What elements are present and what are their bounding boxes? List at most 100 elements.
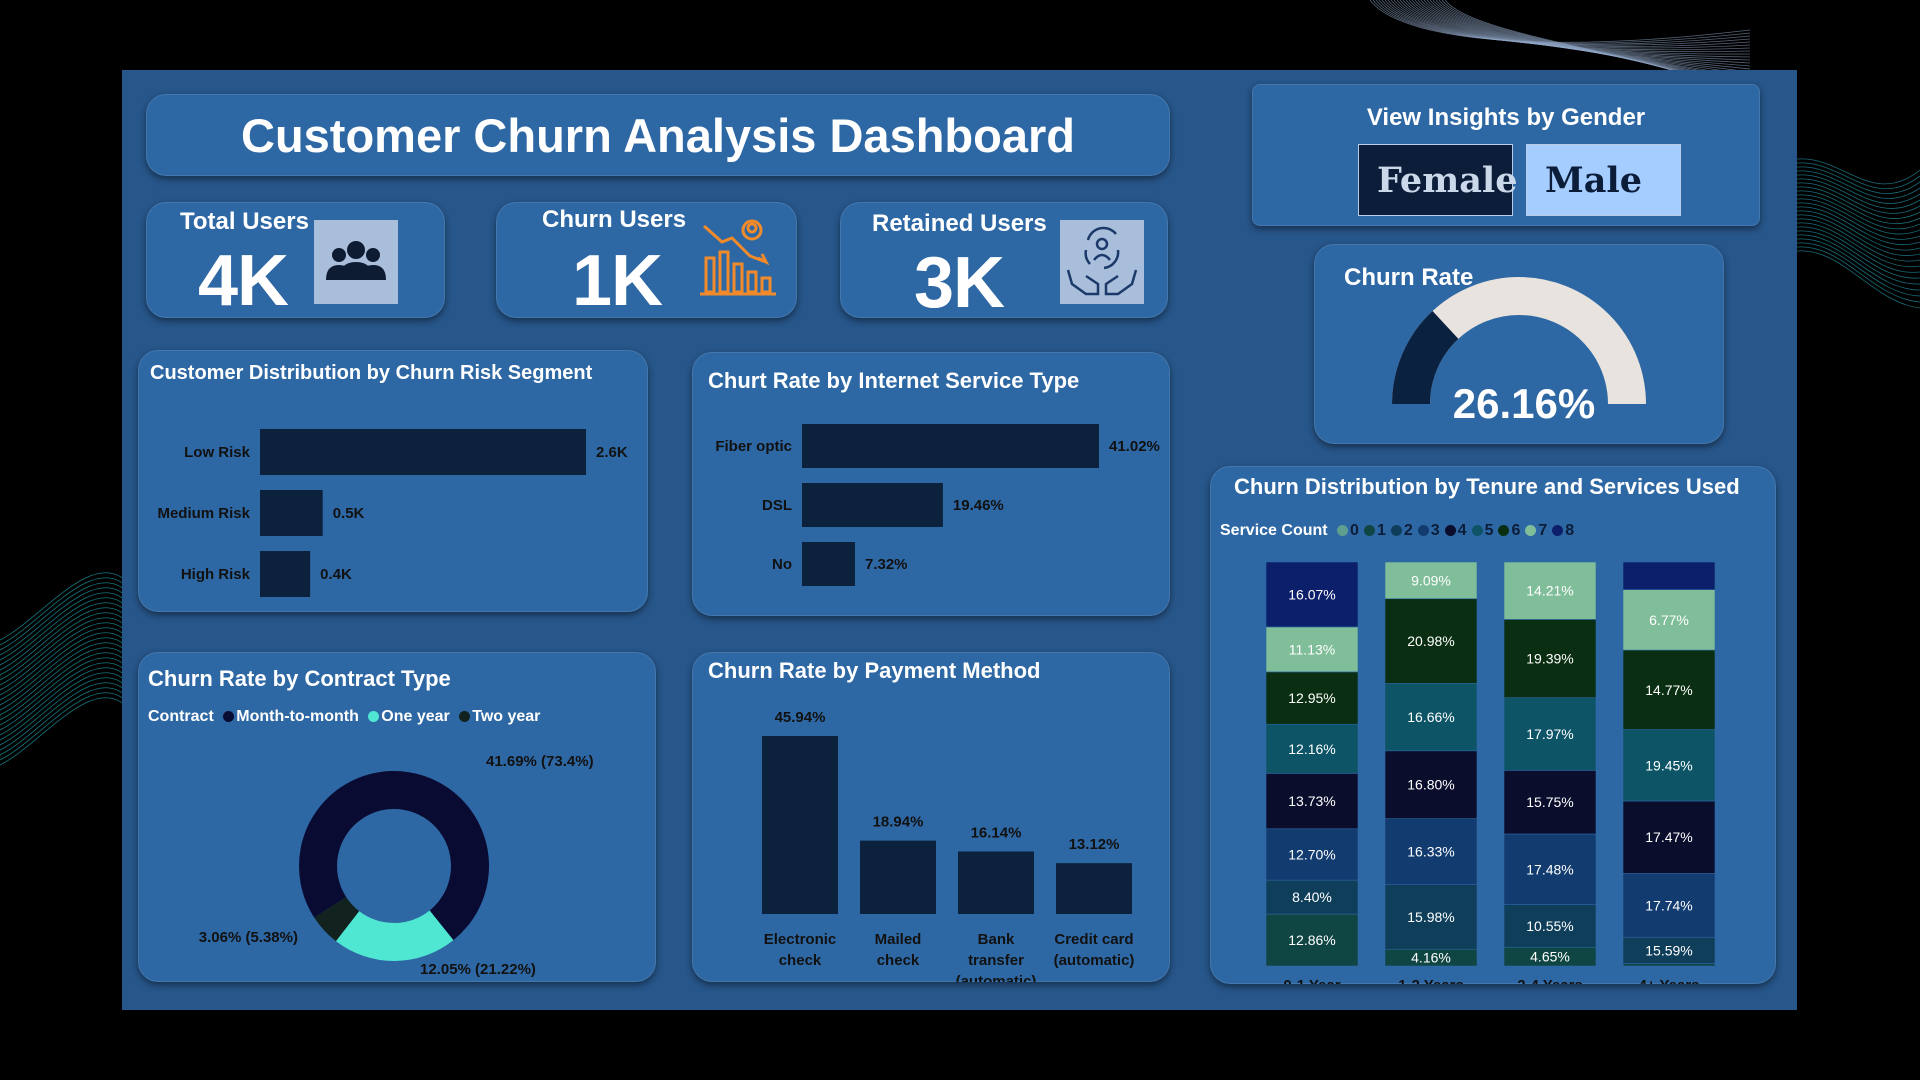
category-label: (automatic) [1054, 952, 1135, 969]
kpi-card-retained-users: Retained Users 3K [840, 202, 1168, 323]
segment-label: 13.73% [1288, 793, 1335, 809]
category-label: Medium Risk [157, 505, 250, 522]
segment-label: 20.98% [1407, 633, 1454, 649]
kpi-label: Retained Users [872, 210, 1047, 237]
category-label: 1-2 Years [1398, 977, 1464, 984]
segment-label: 17.48% [1526, 861, 1573, 877]
bar[interactable] [260, 490, 323, 536]
segment-label: 19.45% [1645, 757, 1692, 773]
bar[interactable] [1056, 863, 1132, 914]
risk-segment-card: Customer Distribution by Churn Risk Segm… [138, 350, 648, 612]
category-label: Bank [978, 931, 1015, 948]
gender-slicer-card: View Insights by Gender Female Male [1252, 84, 1760, 226]
category-label: check [877, 952, 920, 969]
category-label: High Risk [181, 566, 251, 583]
segment-label: 4.16% [1411, 950, 1451, 966]
donut-data-label: 12.05% (21.22%) [420, 961, 536, 978]
page-title: Customer Churn Analysis Dashboard [241, 109, 1075, 162]
bar[interactable] [958, 851, 1034, 914]
gender-slicer-title: View Insights by Gender [1366, 104, 1646, 131]
segment-label: 19.39% [1526, 651, 1573, 667]
retention-hands-icon [1060, 220, 1144, 304]
tenure-stacked-bar-chart: 12.86% 8.40% 12.70% 13.73% 12.16% 12.95% 11.13… [1265, 561, 1716, 984]
bar[interactable] [860, 840, 936, 914]
segment-label: 4.65% [1530, 949, 1570, 965]
category-label: Credit card [1054, 931, 1133, 948]
segment-label: 16.80% [1407, 777, 1454, 793]
data-label: 0.4K [320, 566, 352, 583]
segment-label: 12.70% [1288, 846, 1335, 862]
payment-method-bar-chart: 45.94% Electronic check 18.94% Mailed check 16… [762, 709, 1135, 982]
bar[interactable] [802, 542, 855, 586]
segment-label: 17.97% [1526, 726, 1573, 742]
category-label: Electronic [764, 931, 837, 948]
segment-label: 14.77% [1645, 682, 1692, 698]
data-label: 16.14% [971, 824, 1022, 841]
category-label: DSL [762, 497, 792, 514]
category-label: Low Risk [184, 444, 251, 461]
bar[interactable] [260, 429, 586, 475]
segment-label: 15.98% [1407, 909, 1454, 925]
segment-label: 15.59% [1645, 942, 1692, 958]
segment-label: 6.77% [1649, 612, 1689, 628]
segment-label: 12.86% [1288, 932, 1335, 948]
internet-service-card: Churt Rate by Internet Service Type Fibe… [692, 352, 1170, 616]
data-label: 19.46% [953, 497, 1004, 514]
dashboard-frame: Customer Churn Analysis Dashboard Total … [122, 70, 1797, 1010]
bar[interactable] [802, 424, 1099, 468]
data-label: 7.32% [865, 556, 908, 573]
segment-label: 11.13% [1289, 641, 1335, 657]
stacked-segment[interactable] [1622, 561, 1716, 590]
category-label: No [772, 556, 792, 573]
payment-method-card: Churn Rate by Payment Method 45.94% Elect… [692, 652, 1170, 982]
title-card: Customer Churn Analysis Dashboard [146, 94, 1170, 176]
segment-label: 14.21% [1526, 583, 1573, 599]
contract-donut-chart: 41.69% (73.4%) 12.05% (21.22%) 3.06% (5.38… [199, 753, 594, 978]
segment-label: 8.40% [1292, 889, 1332, 905]
segment-label: 12.16% [1288, 741, 1335, 757]
category-label: transfer [968, 952, 1024, 969]
data-label: 41.02% [1109, 438, 1160, 455]
category-label: Fiber optic [715, 438, 792, 455]
users-icon [314, 220, 398, 304]
category-label: 2-4 Years [1517, 977, 1583, 984]
risk-segment-bar-chart: Low Risk 2.6K Medium Risk 0.5K High Risk 0.4K [157, 429, 628, 597]
data-label: 13.12% [1069, 836, 1120, 853]
bar[interactable] [762, 736, 838, 914]
data-label: 18.94% [873, 814, 924, 831]
contract-type-card: Churn Rate by Contract Type Contract Mon… [138, 652, 656, 982]
internet-service-bar-chart: Fiber optic 41.02% DSL 19.46% No 7.32% [715, 424, 1160, 586]
category-label: Mailed [875, 931, 922, 948]
gender-option-male[interactable]: Male [1526, 144, 1681, 216]
category-label: (automatic) [956, 973, 1037, 982]
segment-label: 17.47% [1645, 829, 1692, 845]
segment-label: 16.66% [1407, 709, 1454, 725]
kpi-label: Total Users [180, 208, 309, 235]
wave-decoration-right [1790, 158, 1920, 309]
kpi-card-churn-users: Churn Users 1K [496, 202, 797, 321]
data-label: 45.94% [775, 709, 826, 726]
churn-rate-card: Churn Rate 26.16% [1314, 244, 1724, 444]
category-label: 0-1 Year [1283, 977, 1340, 984]
wave-decoration-left [0, 572, 125, 766]
declining-chart-icon [696, 216, 780, 300]
bar[interactable] [802, 483, 943, 527]
segment-label: 16.07% [1288, 586, 1335, 602]
kpi-card-total-users: Total Users 4K [146, 202, 445, 321]
segment-label: 9.09% [1411, 572, 1451, 588]
kpi-value: 4K [198, 241, 289, 321]
segment-label: 16.33% [1407, 844, 1454, 860]
wave-decoration-top [1369, 0, 1751, 80]
segment-label: 17.74% [1645, 897, 1692, 913]
gender-option-female[interactable]: Female [1358, 144, 1517, 216]
donut-data-label: 41.69% (73.4%) [486, 753, 594, 770]
segment-label: 10.55% [1526, 918, 1573, 934]
data-label: 0.5K [333, 505, 365, 522]
kpi-value: 1K [572, 241, 663, 321]
segment-label: 15.75% [1526, 794, 1573, 810]
stacked-segment[interactable] [1622, 963, 1716, 967]
tenure-services-card: Churn Distribution by Tenure and Service… [1210, 466, 1776, 984]
data-label: 2.6K [596, 444, 628, 461]
bar[interactable] [260, 551, 311, 597]
churn-rate-value: 26.16% [1452, 380, 1596, 427]
